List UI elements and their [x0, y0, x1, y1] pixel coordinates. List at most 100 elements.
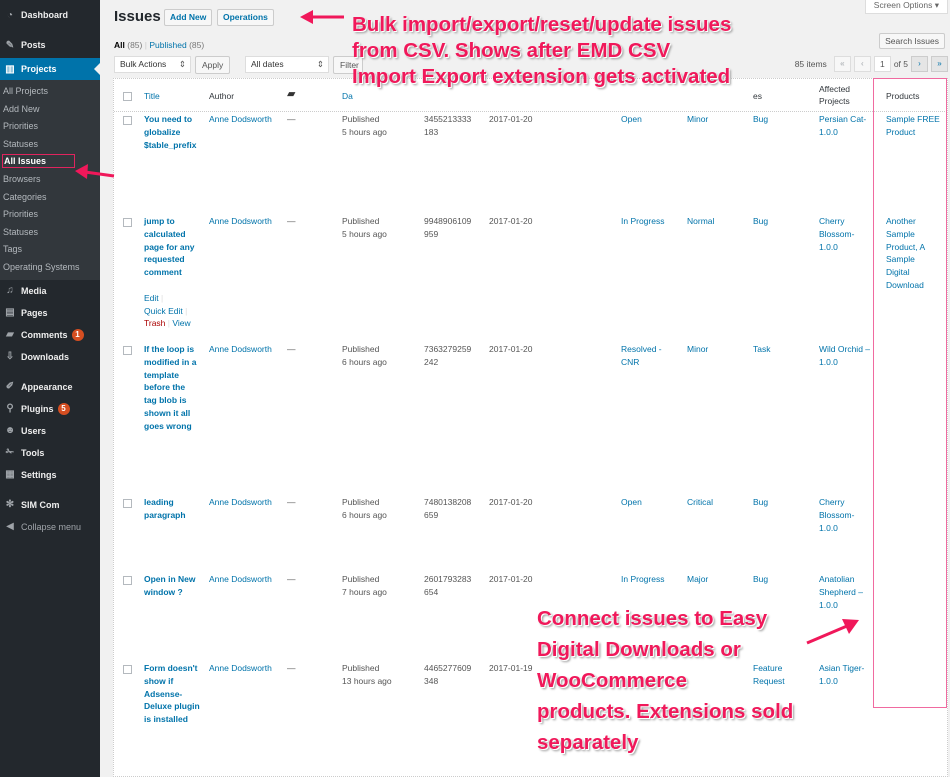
wrench-icon: ✁	[5, 447, 15, 459]
type-link[interactable]: Bug	[753, 573, 793, 586]
issue-status-link[interactable]: In Progress	[621, 573, 671, 586]
prev-page-button[interactable]: ‹	[853, 56, 871, 72]
next-page-button[interactable]: ›	[911, 56, 928, 72]
screen-options-button[interactable]: Screen Options ▾	[864, 0, 948, 14]
row-checkbox[interactable]	[123, 116, 132, 125]
author-link[interactable]: Anne Dodsworth	[209, 113, 272, 126]
issue-id: 3455213333	[424, 114, 472, 124]
select-arrows-icon: ⇕	[178, 59, 186, 69]
select-all-checkbox[interactable]	[123, 92, 132, 101]
submenu-issue-statuses[interactable]: Statuses	[0, 224, 100, 242]
sidebar-item-posts[interactable]: ✎ Posts	[0, 34, 100, 56]
column-affected-projects: Affected Projects	[819, 83, 850, 107]
author-link[interactable]: Anne Dodsworth	[209, 343, 272, 356]
priority-link[interactable]: Major	[687, 573, 708, 586]
add-new-button[interactable]: Add New	[164, 9, 213, 26]
issue-title-link[interactable]: If the loop is modified in a template be…	[144, 343, 200, 433]
first-page-button[interactable]: «	[833, 56, 851, 72]
search-issues-button[interactable]: Search Issues	[879, 33, 945, 49]
affected-project-link[interactable]: Wild Orchid – 1.0.0	[819, 343, 873, 369]
brush-icon: ✐	[5, 381, 15, 393]
row-checkbox[interactable]	[123, 665, 132, 674]
submenu-statuses[interactable]: Statuses	[0, 136, 100, 154]
type-link[interactable]: Bug	[753, 496, 793, 509]
operations-button[interactable]: Operations	[217, 9, 274, 26]
issue-status-link[interactable]: Resolved - CNR	[621, 343, 671, 369]
sidebar-item-comments[interactable]: ▰ Comments 1	[0, 324, 100, 346]
type-link[interactable]: Task	[753, 343, 793, 356]
author-link[interactable]: Anne Dodsworth	[209, 662, 272, 675]
trash-link[interactable]: Trash	[144, 318, 165, 328]
comment-bubble-icon[interactable]: ▰	[287, 88, 295, 100]
row-checkbox[interactable]	[123, 346, 132, 355]
submenu-operating-systems[interactable]: Operating Systems	[0, 259, 100, 277]
quick-edit-link[interactable]: Quick Edit	[144, 306, 183, 316]
apply-button[interactable]: Apply	[195, 56, 231, 74]
priority-link[interactable]: Critical	[687, 496, 713, 509]
submenu-tags[interactable]: Tags	[0, 241, 100, 259]
issue-id: 7363279259	[424, 344, 472, 354]
issue-id-suffix: 183	[424, 126, 439, 137]
affected-project-link[interactable]: Anatolian Shepherd – 1.0.0	[819, 573, 873, 611]
author-link[interactable]: Anne Dodsworth	[209, 215, 272, 228]
sidebar-item-appearance[interactable]: ✐ Appearance	[0, 376, 100, 398]
issue-title-link[interactable]: Open in New window ?	[144, 573, 200, 599]
row-checkbox[interactable]	[123, 218, 132, 227]
submenu-issue-priorities[interactable]: Priorities	[0, 206, 100, 224]
sidebar-item-downloads[interactable]: ⇩ Downloads	[0, 346, 100, 368]
submenu-categories[interactable]: Categories	[0, 189, 100, 207]
sidebar-item-dashboard[interactable]: ◔ Dashboard	[0, 4, 100, 26]
filter-published-link[interactable]: Published (85)	[149, 40, 204, 50]
sidebar-item-tools[interactable]: ✁ Tools	[0, 442, 100, 464]
priority-link[interactable]: Normal	[687, 215, 714, 228]
sidebar-item-media[interactable]: ♫ Media	[0, 280, 100, 302]
submenu-priorities[interactable]: Priorities	[0, 118, 100, 136]
sidebar-item-projects[interactable]: ▥ Projects	[0, 58, 100, 80]
issue-status-link[interactable]: Open	[621, 113, 671, 126]
issue-title-link[interactable]: Form doesn't show if Adsense-Deluxe plug…	[144, 662, 200, 726]
bulk-actions-select[interactable]: Bulk Actions ⇕	[114, 56, 191, 73]
user-icon: ☻	[4, 425, 16, 437]
affected-project-link[interactable]: Cherry Blossom-1.0.0	[819, 215, 873, 253]
issue-id-suffix: 242	[424, 356, 439, 367]
issue-status-link[interactable]: In Progress	[621, 215, 671, 228]
row-checkbox[interactable]	[123, 576, 132, 585]
author-link[interactable]: Anne Dodsworth	[209, 496, 272, 509]
issue-id-suffix: 348	[424, 675, 439, 686]
priority-link[interactable]: Minor	[687, 113, 708, 126]
issue-title-link[interactable]: jump to calculated page for any requeste…	[144, 215, 200, 279]
issue-title-link[interactable]: leading paragraph	[144, 496, 200, 522]
type-link[interactable]: Bug	[753, 215, 793, 228]
row-checkbox[interactable]	[123, 499, 132, 508]
sidebar-item-users[interactable]: ☻ Users	[0, 420, 100, 442]
sidebar-item-settings[interactable]: ▦ Settings	[0, 464, 100, 486]
submenu-all-projects[interactable]: All Projects	[0, 83, 100, 101]
priority-link[interactable]: Minor	[687, 343, 708, 356]
collapse-menu-button[interactable]: ◀ Collapse menu	[0, 516, 100, 538]
edit-link[interactable]: Edit	[144, 293, 159, 303]
current-page-input[interactable]: 1	[873, 56, 891, 72]
issue-status-link[interactable]: Open	[621, 496, 671, 509]
author-link[interactable]: Anne Dodsworth	[209, 573, 272, 586]
due-date: 2017-01-19	[489, 663, 533, 673]
last-page-button[interactable]: »	[931, 56, 948, 72]
filter-all-link[interactable]: All (85)	[114, 40, 142, 50]
due-date: 2017-01-20	[489, 344, 533, 354]
arrow-to-operations-icon	[300, 10, 344, 24]
type-link[interactable]: Bug	[753, 113, 793, 126]
sidebar-item-plugins[interactable]: ⚲ Plugins 5	[0, 398, 100, 420]
column-title[interactable]: Title	[144, 90, 160, 102]
affected-project-link[interactable]: Asian Tiger-1.0.0	[819, 662, 873, 688]
pin-icon: ✎	[5, 39, 15, 51]
affected-project-link[interactable]: Cherry Blossom-1.0.0	[819, 496, 873, 534]
view-link[interactable]: View	[172, 318, 190, 328]
projects-icon: ▥	[5, 63, 15, 75]
issue-title-link[interactable]: You need to globalize $table_prefix	[144, 113, 200, 151]
column-date[interactable]: Da	[342, 90, 353, 102]
sidebar-item-pages[interactable]: ▤ Pages	[0, 302, 100, 324]
affected-project-link[interactable]: Persian Cat-1.0.0	[819, 113, 873, 139]
submenu-add-new[interactable]: Add New	[0, 101, 100, 119]
sidebar-item-label: Tools	[21, 447, 45, 458]
sidebar-item-sim-com[interactable]: ✻ SIM Com	[0, 494, 100, 516]
dates-filter-select[interactable]: All dates ⇕	[245, 56, 329, 73]
